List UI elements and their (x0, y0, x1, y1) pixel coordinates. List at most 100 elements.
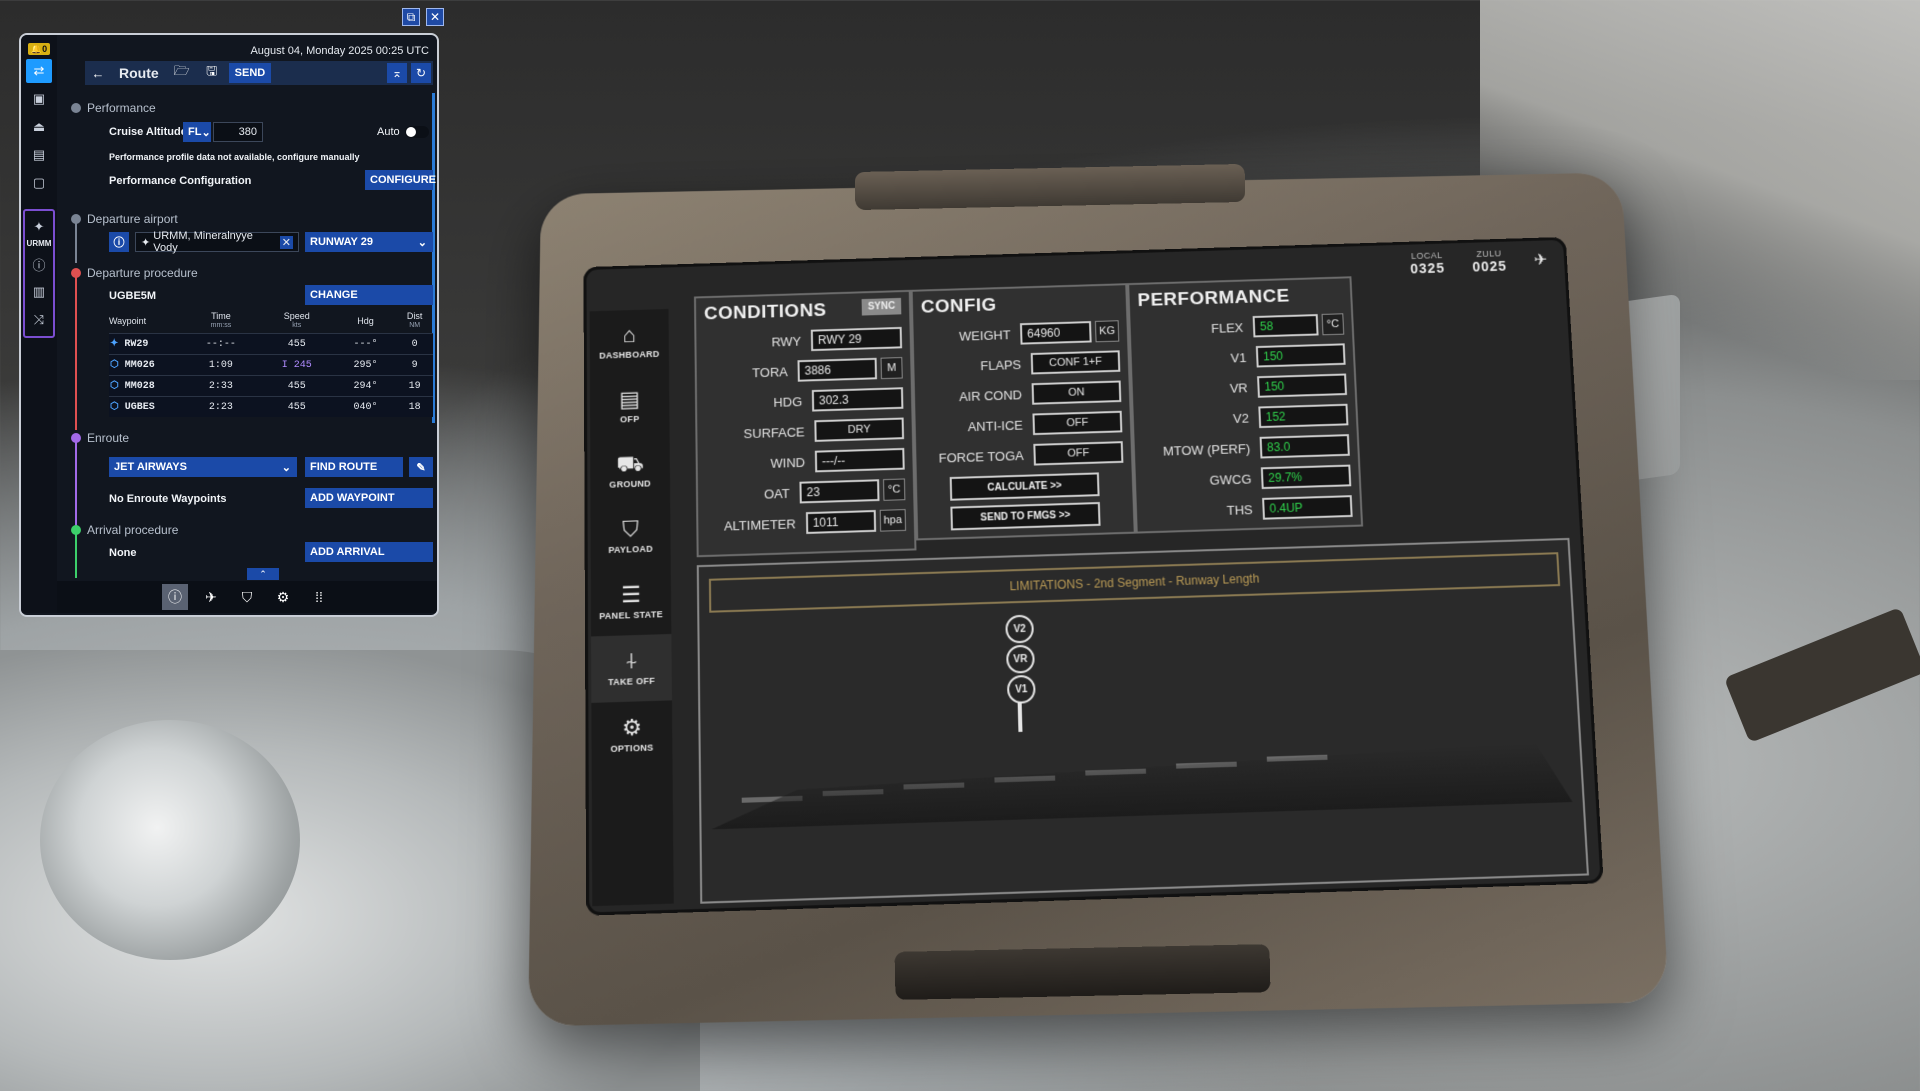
airport-icon[interactable]: ✦ (26, 215, 52, 239)
auto-toggle[interactable] (405, 126, 429, 138)
efb-nav-dashboard[interactable]: ⌂ DASHBOARD (590, 309, 669, 376)
cruise-altitude-input[interactable]: 380 (213, 122, 263, 142)
anti-ice-toggle[interactable]: OFF (1032, 410, 1123, 436)
runway-select[interactable]: RWY 29 (810, 326, 903, 352)
airway-select[interactable]: JET AIRWAYS ⌄ (109, 457, 297, 477)
efb-nav-payload[interactable]: ⛉ PAYLOAD (590, 503, 670, 571)
performance-header[interactable]: Performance (71, 101, 156, 115)
sync-button[interactable]: SYNC (861, 297, 902, 316)
clipboard-icon[interactable]: ▢ (26, 171, 52, 195)
back-arrow-icon[interactable]: ← (85, 63, 111, 83)
gear-icon[interactable]: ⚙ (270, 584, 296, 610)
mtow-output: 83.0 (1259, 434, 1350, 459)
column-header: Dist NM (406, 311, 423, 329)
send-button[interactable]: SEND (228, 63, 272, 83)
arrival-value: None (109, 547, 137, 559)
popout-icon[interactable]: ⧉ (402, 8, 420, 26)
info-icon[interactable]: ⓘ (109, 232, 129, 252)
altitude-unit-select[interactable]: FL ⌄ (183, 122, 211, 142)
table-row[interactable]: ⬡ MM026 1:09 I 245 295° 9 (109, 354, 433, 376)
home-icon: ⌂ (622, 322, 636, 348)
flaps-toggle[interactable]: CONF 1+F (1030, 350, 1121, 375)
surface-toggle[interactable]: DRY (814, 417, 905, 442)
airplane-icon[interactable]: ✈ (198, 584, 224, 610)
weight-input[interactable]: 64960 (1020, 321, 1092, 345)
arrival-procedure-header[interactable]: Arrival procedure (71, 523, 178, 537)
edit-pencil-icon[interactable]: ✎ (409, 457, 433, 477)
departure-airport-header[interactable]: Departure airport (71, 212, 178, 226)
route-swap-icon[interactable]: ⇄ (26, 59, 52, 83)
oat-input[interactable]: 23 (799, 479, 880, 504)
altimeter-input[interactable]: 1011 (805, 510, 876, 534)
map-icon[interactable]: ▥ (26, 280, 52, 304)
weight-icon[interactable]: ⏏ (26, 115, 52, 139)
date-time: August 04, Monday 2025 00:25 UTC (250, 45, 429, 57)
info-icon[interactable]: ⓘ (26, 252, 52, 276)
refresh-icon[interactable]: ↻ (411, 63, 431, 83)
table-row[interactable]: ⬡ MM028 2:33 455 294° 19 (109, 375, 433, 397)
tablet-mount-arm (1723, 606, 1920, 744)
open-folder-icon[interactable]: 🗁 (169, 63, 195, 83)
table-row[interactable]: ⬡ UGBES 2:23 455 040° 18 (109, 396, 433, 417)
efb-nav-options[interactable]: ⚙ OPTIONS (591, 700, 672, 769)
force-toga-toggle[interactable]: OFF (1033, 441, 1124, 466)
add-arrival-button[interactable]: ADD ARRIVAL (305, 542, 433, 562)
save-icon[interactable]: 🖫 (199, 63, 225, 83)
efb-nav-ground[interactable]: ⛟ GROUND (590, 438, 670, 505)
auto-label: Auto (377, 126, 400, 138)
clipboard-icon: ▤ (619, 386, 641, 412)
cup-holder (40, 720, 300, 960)
planner-main: August 04, Monday 2025 00:25 UTC ← Route… (57, 35, 437, 613)
takeoff-icon: ⍭ (624, 648, 639, 674)
efb-nav-takeoff[interactable]: ⍭ TAKE OFF (591, 633, 672, 703)
efb-screen: LOCAL 0325 ZULU 0025 ✈ ⌂ DASHBOARD ▤ OFP ⛟… (583, 236, 1604, 916)
checklist-icon[interactable]: ▣ (26, 87, 52, 111)
alert-badge[interactable]: 🔔 0 (28, 43, 50, 55)
info-icon[interactable]: ⓘ (162, 584, 188, 610)
close-icon[interactable]: ✕ (426, 8, 444, 26)
efb-status-bar: LOCAL 0325 ZULU 0025 ✈ (1409, 247, 1548, 277)
efb-nav-panel-state[interactable]: ☰ PANEL STATE (591, 568, 672, 636)
departure-procedure-header[interactable]: Departure procedure (71, 266, 198, 280)
find-route-button[interactable]: FIND ROUTE (305, 457, 403, 477)
efb-nav-ofp[interactable]: ▤ OFP (590, 373, 670, 440)
truck-icon: ⛟ (616, 451, 644, 477)
clear-icon[interactable]: ✕ (279, 235, 293, 249)
air-cond-toggle[interactable]: ON (1031, 380, 1122, 405)
runway-icon: ✦ (110, 339, 125, 350)
efb-nav-bar: ⌂ DASHBOARD ▤ OFP ⛟ GROUND ⛉ PAYLOAD ☰ PANEL … (589, 308, 674, 907)
enroute-header[interactable]: Enroute (71, 431, 129, 445)
ths-output: 0.4UP (1262, 495, 1353, 520)
timeline-line (75, 275, 77, 430)
column-header: Waypoint (109, 316, 147, 326)
timeline-line (75, 439, 77, 527)
zulu-time-value: 0025 (1471, 258, 1508, 275)
airplane-icon[interactable]: ✈ (1534, 250, 1548, 270)
departure-airport-field[interactable]: ✦ URMM, Mineralnyye Vody ✕ (135, 230, 299, 254)
bottom-toolbar: ⓘ ✈ ⛉ ⚙ ⁞⁞ (57, 581, 437, 613)
send-to-fmgs-button[interactable]: SEND TO FMGS >> (950, 502, 1101, 531)
configure-button[interactable]: CONFIGURE (365, 170, 436, 190)
config-title: CONFIG (920, 294, 997, 318)
collapse-icon[interactable]: ⌅ (387, 63, 407, 83)
no-enroute-label: No Enroute Waypoints (109, 493, 227, 505)
column-header: Speed kts (283, 311, 310, 329)
chevron-up-icon[interactable]: ⌃ (247, 568, 279, 580)
route-icon[interactable]: ⤨ (26, 308, 52, 332)
efb-local-clock: LOCAL 0325 (1409, 250, 1445, 276)
tora-input[interactable]: 3886 (797, 357, 878, 382)
shield-icon[interactable]: ⛉ (234, 584, 260, 610)
flight-planner-panel: 🔔 0 ⇄ ▣ ⏏ ▤ ▢ ✦ URMM ⓘ ▥ ⤨ August 04, Mon… (19, 33, 439, 617)
change-procedure-button[interactable]: CHANGE (305, 285, 433, 305)
airport-icon: ✦ (141, 236, 154, 249)
runway-select[interactable]: RUNWAY 29 ⌄ (305, 232, 433, 252)
efb-bottom-handle[interactable] (894, 944, 1271, 1000)
wind-input[interactable]: ---/-- (814, 447, 905, 473)
notes-icon[interactable]: ▤ (26, 143, 52, 167)
cruise-altitude-label: Cruise Altitude (109, 126, 187, 138)
add-waypoint-button[interactable]: ADD WAYPOINT (305, 488, 433, 508)
calculate-button[interactable]: CALCULATE >> (949, 472, 1100, 501)
heading-input[interactable]: 302.3 (811, 387, 904, 412)
grid-icon[interactable]: ⁞⁞ (306, 584, 332, 610)
table-row[interactable]: ✦ RW29 --:-- 455 ---° 0 (109, 333, 433, 355)
